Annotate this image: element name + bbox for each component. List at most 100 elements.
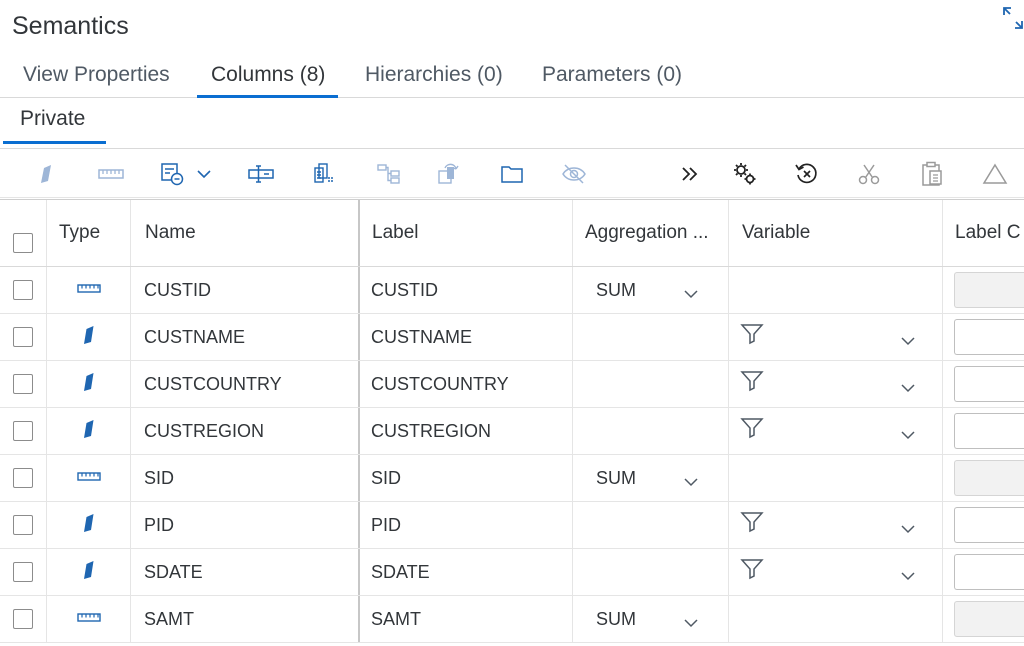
tab-private[interactable]: Private [20, 107, 85, 131]
tab-hierarchies[interactable]: Hierarchies (0) [365, 52, 503, 97]
hierarchy-icon[interactable] [376, 162, 402, 186]
row-checkbox[interactable] [13, 327, 33, 347]
variable-cell[interactable] [729, 549, 943, 595]
type-cell [47, 502, 131, 548]
warning-icon[interactable] [982, 162, 1008, 186]
table-row[interactable]: CUSTCOUNTRY CUSTCOUNTRY [0, 361, 1024, 408]
label-cell[interactable]: CUSTID [360, 267, 573, 313]
chevron-down-icon[interactable] [900, 427, 916, 440]
reset-icon[interactable] [794, 162, 820, 186]
aggregation-cell[interactable] [573, 502, 729, 548]
header-variable[interactable]: Variable [729, 200, 943, 266]
type-cell [47, 314, 131, 360]
label-column-input[interactable] [954, 413, 1024, 449]
filter-icon[interactable] [740, 416, 764, 440]
tab-columns[interactable]: Columns (8) [196, 52, 339, 98]
paste-icon[interactable] [920, 161, 944, 186]
label-column-input[interactable] [954, 319, 1024, 355]
aggregation-cell[interactable]: SUM [573, 267, 729, 313]
label-column-input[interactable] [954, 554, 1024, 590]
propagate-icon[interactable] [312, 162, 338, 186]
header-name[interactable]: Name [131, 200, 360, 266]
label-cell[interactable]: CUSTCOUNTRY [360, 361, 573, 407]
row-checkbox[interactable] [13, 280, 33, 300]
hide-icon[interactable] [561, 162, 587, 186]
label-cell[interactable]: PID [360, 502, 573, 548]
aggregation-cell[interactable]: SUM [573, 596, 729, 642]
expand-icon[interactable] [1002, 6, 1024, 30]
name-cell[interactable]: PID [131, 502, 360, 548]
chevron-down-icon[interactable] [683, 286, 699, 299]
filter-icon[interactable] [740, 322, 764, 346]
table-row[interactable]: PID PID [0, 502, 1024, 549]
header-aggregation[interactable]: Aggregation ... [573, 200, 729, 266]
attribute-icon[interactable] [38, 162, 54, 186]
measure-icon[interactable] [97, 162, 125, 186]
aggregation-cell[interactable] [573, 549, 729, 595]
folder-icon[interactable] [500, 162, 524, 186]
variable-cell[interactable] [729, 502, 943, 548]
variable-cell[interactable] [729, 455, 943, 501]
variable-cell[interactable] [729, 408, 943, 454]
row-select-cell [0, 267, 47, 313]
table-row[interactable]: SAMT SAMT SUM [0, 596, 1024, 643]
row-checkbox[interactable] [13, 609, 33, 629]
chevron-down-icon[interactable] [900, 568, 916, 581]
row-checkbox[interactable] [13, 468, 33, 488]
tab-view-properties[interactable]: View Properties [23, 52, 170, 97]
row-checkbox[interactable] [13, 562, 33, 582]
table-row[interactable]: SID SID SUM [0, 455, 1024, 502]
filter-icon[interactable] [740, 369, 764, 393]
variable-cell[interactable] [729, 361, 943, 407]
row-checkbox[interactable] [13, 421, 33, 441]
chevron-down-icon[interactable] [900, 521, 916, 534]
settings-icon[interactable] [732, 162, 758, 186]
table-row[interactable]: SDATE SDATE [0, 549, 1024, 596]
label-cell[interactable]: SID [360, 455, 573, 501]
header-label[interactable]: Label [360, 200, 573, 266]
name-cell[interactable]: CUSTID [131, 267, 360, 313]
chevron-down-icon[interactable] [683, 474, 699, 487]
variable-cell[interactable] [729, 314, 943, 360]
table-row[interactable]: CUSTID CUSTID SUM [0, 267, 1024, 314]
variable-cell[interactable] [729, 596, 943, 642]
calculated-column-icon[interactable] [160, 162, 186, 186]
label-cell[interactable]: SDATE [360, 549, 573, 595]
chevron-down-icon[interactable] [900, 380, 916, 393]
chevron-down-icon[interactable] [194, 162, 214, 186]
tab-parameters[interactable]: Parameters (0) [542, 52, 682, 97]
table-row[interactable]: CUSTNAME CUSTNAME [0, 314, 1024, 361]
chevron-down-icon[interactable] [683, 615, 699, 628]
row-checkbox[interactable] [13, 515, 33, 535]
header-label-column[interactable]: Label C [943, 200, 1024, 266]
select-all-checkbox[interactable] [13, 233, 33, 253]
label-cell[interactable]: CUSTNAME [360, 314, 573, 360]
aggregation-cell[interactable]: SUM [573, 455, 729, 501]
label-cell[interactable]: SAMT [360, 596, 573, 642]
measure-icon [76, 469, 101, 487]
aggregation-cell[interactable] [573, 314, 729, 360]
restricted-column-icon[interactable] [248, 162, 274, 186]
table-row[interactable]: CUSTREGION CUSTREGION [0, 408, 1024, 455]
name-cell[interactable]: CUSTCOUNTRY [131, 361, 360, 407]
label-column-input[interactable] [954, 366, 1024, 402]
name-cell[interactable]: SAMT [131, 596, 360, 642]
label-cell[interactable]: CUSTREGION [360, 408, 573, 454]
name-cell[interactable]: CUSTNAME [131, 314, 360, 360]
name-cell[interactable]: CUSTREGION [131, 408, 360, 454]
chevron-down-icon[interactable] [900, 333, 916, 346]
aggregation-cell[interactable] [573, 361, 729, 407]
header-type[interactable]: Type [47, 200, 131, 266]
aggregation-cell[interactable] [573, 408, 729, 454]
assign-semantics-icon[interactable] [436, 162, 462, 186]
name-cell[interactable]: SDATE [131, 549, 360, 595]
cut-icon[interactable] [856, 162, 882, 186]
name-cell[interactable]: SID [131, 455, 360, 501]
label-column-cell [943, 408, 1024, 454]
overflow-icon[interactable] [680, 162, 700, 186]
filter-icon[interactable] [740, 510, 764, 534]
filter-icon[interactable] [740, 557, 764, 581]
row-checkbox[interactable] [13, 374, 33, 394]
label-column-input[interactable] [954, 507, 1024, 543]
variable-cell[interactable] [729, 267, 943, 313]
